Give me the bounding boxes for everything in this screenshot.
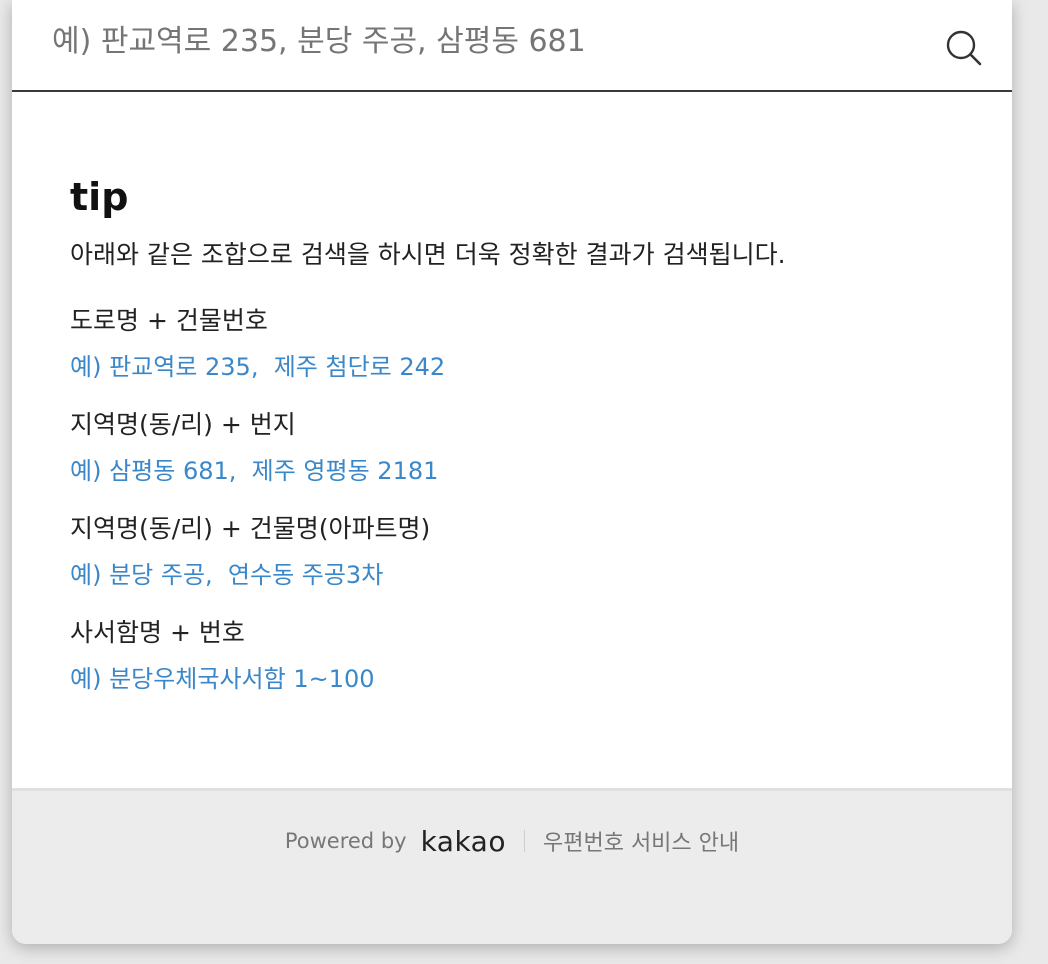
tip-description: 아래와 같은 조합으로 검색을 하시면 더욱 정확한 결과가 검색됩니다. (70, 240, 786, 269)
combination-label: 사서함명 + 번호 (70, 618, 245, 647)
tip-section: tip 아래와 같은 조합으로 검색을 하시면 더욱 정확한 결과가 검색됩니다… (70, 170, 970, 720)
combination-example: 예) 판교역로 235, 제주 첨단로 242 (70, 353, 446, 381)
combination-item: 도로명 + 건물번호 예) 판교역로 235, 제주 첨단로 242 (70, 304, 970, 384)
combination-example: 예) 분당 주공, 연수동 주공3차 (70, 561, 384, 589)
tip-title: tip (70, 175, 129, 219)
combination-item: 지역명(동/리) + 건물명(아파트명) 예) 분당 주공, 연수동 주공3차 (70, 512, 970, 592)
search-icon (946, 30, 982, 66)
postcode-search-window: tip 아래와 같은 조합으로 검색을 하시면 더욱 정확한 결과가 검색됩니다… (12, 0, 1012, 944)
combination-label: 지역명(동/리) + 건물명(아파트명) (70, 514, 431, 543)
footer-inner: Powered by kakao 우편번호 서비스 안내 (12, 821, 1012, 861)
combination-item: 사서함명 + 번호 예) 분당우체국사서함 1~100 (70, 616, 970, 696)
footer-divider (523, 830, 525, 852)
combination-example: 예) 삼평동 681, 제주 영평동 2181 (70, 457, 439, 485)
search-button[interactable] (942, 26, 986, 70)
kakao-logo[interactable]: kakao (421, 825, 506, 858)
search-bar (12, 0, 1012, 106)
postcode-service-info-link[interactable]: 우편번호 서비스 안내 (543, 825, 739, 857)
search-input[interactable] (52, 20, 612, 106)
footer: Powered by kakao 우편번호 서비스 안내 (12, 788, 1012, 944)
powered-by-label: Powered by (284, 829, 407, 853)
combination-example: 예) 분당우체국사서함 1~100 (70, 665, 375, 693)
combination-list: 도로명 + 건물번호 예) 판교역로 235, 제주 첨단로 242 지역명(동… (70, 304, 970, 696)
combination-item: 지역명(동/리) + 번지 예) 삼평동 681, 제주 영평동 2181 (70, 408, 970, 488)
combination-label: 지역명(동/리) + 번지 (70, 410, 296, 439)
combination-label: 도로명 + 건물번호 (70, 306, 268, 335)
